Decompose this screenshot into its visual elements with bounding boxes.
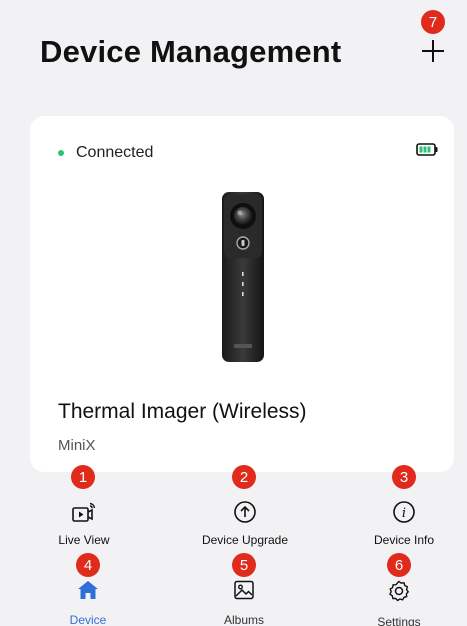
connection-status: Connected [58, 144, 153, 162]
live-view-icon [71, 500, 97, 524]
annotation-marker-5: 5 [232, 553, 256, 577]
gear-icon [388, 580, 410, 607]
tab-settings-label: Settings [377, 615, 421, 626]
annotation-marker-7: 7 [421, 10, 445, 34]
tab-settings[interactable]: Settings [369, 580, 429, 626]
status-dot [58, 150, 64, 156]
tab-albums[interactable]: Albums [214, 580, 274, 626]
annotation-marker-3: 3 [392, 465, 416, 489]
battery-full-icon [416, 143, 438, 156]
connection-status-label: Connected [76, 144, 154, 161]
annotation-marker-6: 6 [387, 553, 411, 577]
device-upgrade-button[interactable]: Device Upgrade [190, 500, 300, 547]
device-model: MiniX [58, 437, 96, 454]
device-image [214, 190, 270, 364]
upgrade-arrow-icon [233, 500, 257, 524]
tab-albums-label: Albums [223, 613, 264, 626]
live-view-label: Live View [58, 533, 110, 547]
annotation-marker-1: 1 [71, 465, 95, 489]
page-title: Device Management [40, 34, 342, 69]
device-info-button[interactable]: i Device Info [364, 500, 444, 547]
device-upgrade-label: Device Upgrade [201, 533, 289, 547]
plus-icon [422, 40, 444, 62]
image-icon [233, 580, 255, 605]
annotation-marker-4: 4 [76, 553, 100, 577]
live-view-button[interactable]: Live View [46, 500, 122, 547]
home-icon [77, 580, 99, 605]
annotation-marker-2: 2 [232, 465, 256, 489]
add-device-button[interactable] [416, 34, 450, 68]
tab-device[interactable]: Device [58, 580, 118, 626]
device-management-screen: Device Management 7 Connected Thermal Im… [0, 0, 467, 626]
device-name: Thermal Imager (Wireless) [58, 400, 307, 423]
device-info-label: Device Info [373, 533, 435, 547]
tab-device-label: Device [69, 613, 107, 626]
svg-text:i: i [402, 506, 406, 521]
info-icon: i [392, 500, 416, 524]
